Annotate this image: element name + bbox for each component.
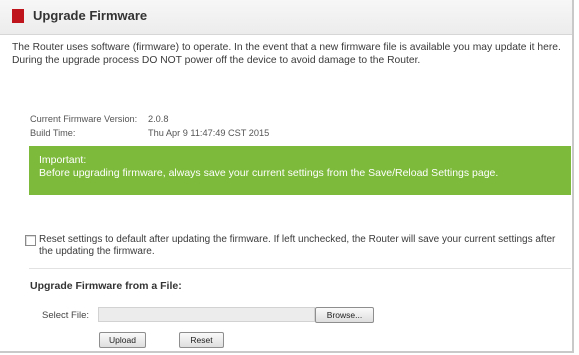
select-file-label: Select File:	[42, 310, 89, 321]
build-time-value: Thu Apr 9 11:47:49 CST 2015	[148, 128, 270, 138]
important-title: Important:	[39, 154, 87, 166]
firmware-version-value: 2.0.8	[148, 114, 169, 124]
reset-settings-label: Reset settings to default after updating…	[39, 234, 556, 257]
reset-button[interactable]: Reset	[179, 332, 224, 348]
page-header: Upgrade Firmware	[0, 0, 572, 35]
intro-text: The Router uses software (firmware) to o…	[12, 42, 561, 66]
section-divider	[29, 268, 571, 269]
important-notice: Important: Before upgrading firmware, al…	[29, 146, 571, 195]
important-text: Before upgrading firmware, always save y…	[39, 166, 499, 179]
firmware-version-label: Current Firmware Version:	[30, 114, 138, 124]
build-time-label: Build Time:	[30, 128, 76, 138]
upload-button[interactable]: Upload	[99, 332, 146, 348]
section-marker-icon	[12, 9, 24, 23]
reset-settings-checkbox[interactable]	[25, 235, 36, 246]
upload-section-title: Upgrade Firmware from a File:	[30, 280, 182, 292]
file-path-input[interactable]	[98, 307, 315, 322]
page-title: Upgrade Firmware	[33, 8, 148, 23]
browse-button[interactable]: Browse...	[315, 307, 374, 323]
